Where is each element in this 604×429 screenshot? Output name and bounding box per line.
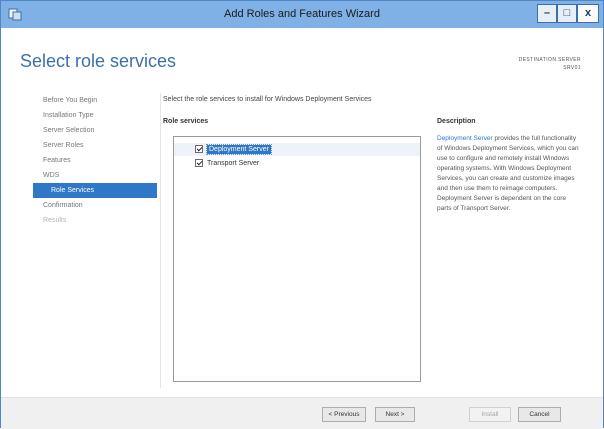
footer-bar: [1, 397, 603, 429]
nav-item-confirmation[interactable]: Confirmation: [33, 198, 157, 213]
list-item-transport-server[interactable]: Transport Server: [174, 157, 420, 170]
nav-item-features[interactable]: Features: [33, 153, 157, 168]
install-button: Install: [469, 407, 511, 422]
transport-server-checkbox[interactable]: [195, 159, 203, 167]
nav-item-before-you-begin[interactable]: Before You Begin: [33, 93, 157, 108]
nav-item-wds[interactable]: WDS: [33, 168, 157, 183]
role-services-label: Role services: [163, 118, 209, 125]
description-heading: Description: [437, 118, 476, 125]
deployment-server-checkbox[interactable]: [195, 145, 203, 153]
transport-server-label: Transport Server: [207, 160, 260, 167]
nav-item-installation-type[interactable]: Installation Type: [33, 108, 157, 123]
wizard-window: Add Roles and Features Wizard – □ x Sele…: [0, 0, 604, 429]
close-button[interactable]: x: [577, 4, 599, 23]
destination-server: DESTINATION SERVER SRV01: [519, 56, 581, 72]
maximize-button[interactable]: □: [557, 4, 577, 23]
role-services-list[interactable]: Deployment Server Transport Server: [173, 136, 421, 382]
previous-button[interactable]: < Previous: [322, 407, 366, 422]
minimize-button[interactable]: –: [537, 4, 557, 23]
description-text: Deployment Server provides the full func…: [437, 134, 579, 214]
list-item-deployment-server[interactable]: Deployment Server: [174, 143, 420, 156]
nav-item-server-roles[interactable]: Server Roles: [33, 138, 157, 153]
nav-item-role-services[interactable]: Role Services: [33, 183, 157, 198]
cancel-button[interactable]: Cancel: [518, 407, 561, 422]
divider: [160, 93, 161, 388]
destination-server-name: SRV01: [563, 65, 581, 71]
wizard-nav: Before You Begin Installation Type Serve…: [33, 93, 157, 228]
title-bar[interactable]: Add Roles and Features Wizard – □ x: [1, 1, 603, 28]
next-button[interactable]: Next >: [375, 407, 415, 422]
nav-item-server-selection[interactable]: Server Selection: [33, 123, 157, 138]
window-title: Add Roles and Features Wizard: [224, 8, 380, 20]
description-body: provides the full functionality of Windo…: [437, 135, 579, 212]
nav-item-results: Results: [43, 217, 67, 224]
description-link[interactable]: Deployment Server: [437, 135, 493, 142]
page-title: Select role services: [20, 51, 177, 71]
instruction-text: Select the role services to install for …: [163, 96, 372, 103]
deployment-server-label: Deployment Server: [206, 144, 272, 155]
destination-label: DESTINATION SERVER: [518, 57, 581, 63]
